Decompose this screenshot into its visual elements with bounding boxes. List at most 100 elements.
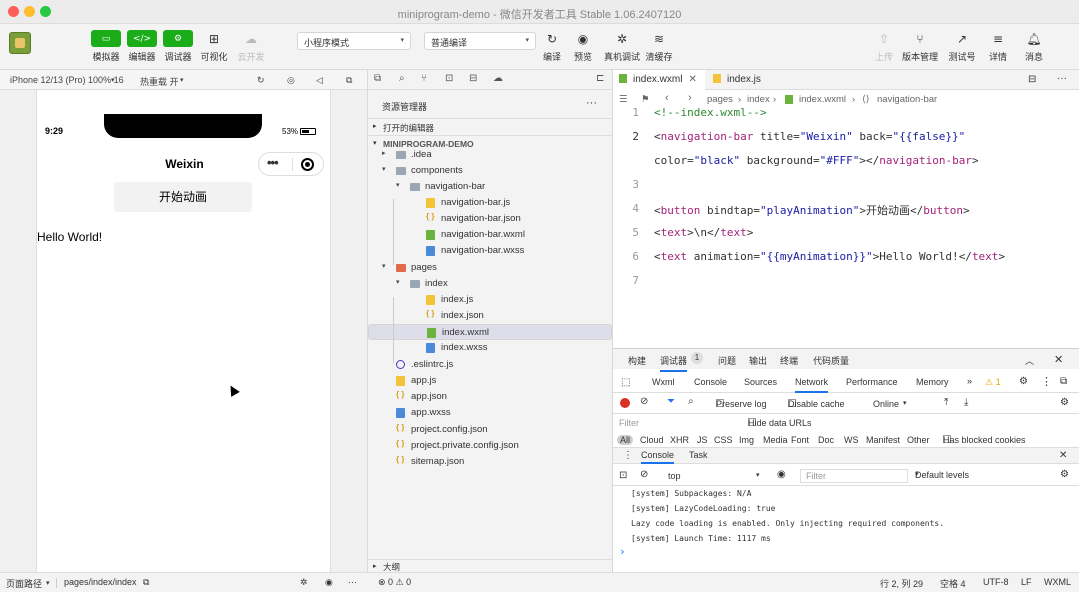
debugger-button[interactable]: ⚙ 调试器 [160,30,196,63]
chevron-down-icon[interactable]: ▾ [396,278,400,286]
upload-button[interactable]: ⇧ 上传 [866,30,902,63]
file-tree-item[interactable]: { } navigation-bar.json [368,211,612,227]
console-filter-input[interactable]: Filter [800,469,908,483]
type-filter-img[interactable]: Img [739,435,754,445]
type-filter-other[interactable]: Other [907,435,930,445]
file-tree-item[interactable]: app.wxss [368,405,612,421]
chevron-right-icon[interactable]: ▸ [382,149,386,157]
device-select[interactable]: iPhone 12/13 (Pro) 100% 16 [10,75,124,85]
tab-index-js[interactable]: index.js [707,70,787,90]
file-tree-item[interactable]: { } project.config.json [368,422,612,438]
network-filter-input[interactable]: Filter [619,418,729,431]
more-icon[interactable]: ⋮ [1041,375,1052,388]
bug-icon[interactable]: ✲ [300,577,308,588]
warning-count[interactable]: ⚠ 1 [985,377,1001,388]
code-line[interactable]: <navigation-bar title="Weixin" back="{{f… [654,130,965,143]
devtools-tab-3[interactable]: 输出 [749,354,767,367]
sidebar-icon[interactable]: ⊡ [619,470,627,481]
clear-icon[interactable]: ⊘ [640,396,648,407]
tab-console[interactable]: Console [694,377,727,387]
type-filter-font[interactable]: Font [791,435,809,445]
type-filter-cloud[interactable]: Cloud [640,435,664,445]
language-mode[interactable]: WXML [1044,577,1071,587]
type-filter-xhr[interactable]: XHR [670,435,689,445]
mode-select[interactable]: 小程序模式 ▾ [297,32,411,50]
panel-left-icon[interactable]: ⊏ [596,73,604,84]
file-tree-item[interactable]: { } sitemap.json [368,454,612,470]
chevron-down-icon[interactable]: ▾ [382,165,386,173]
editor-button[interactable]: </> 编辑器 [124,30,160,63]
page-path-label[interactable]: 页面路径 [6,577,42,590]
drawer-tab-task[interactable]: Task [689,450,708,460]
console-prompt[interactable]: › [619,545,626,558]
search-icon[interactable]: ⌕ [399,73,405,84]
open-editors-section[interactable]: ▸ 打开的编辑器 [368,118,612,134]
refresh-icon[interactable]: ↻ [257,75,265,86]
avatar[interactable] [9,32,31,54]
bookmark-icon[interactable]: ⚑ [641,94,650,105]
file-tree-item[interactable]: ▾ index [368,276,612,292]
devtools-tab-1[interactable]: 调试器 [660,354,688,372]
forward-icon[interactable]: › [688,92,692,104]
file-tree-item[interactable]: index.wxss [368,340,612,356]
tab-sources[interactable]: Sources [744,377,777,387]
tab-performance[interactable]: Performance [846,377,898,387]
indentation[interactable]: 空格 4 [940,577,966,590]
more-icon[interactable]: ⋮ [623,450,633,461]
devtools-tab-4[interactable]: 终端 [780,354,798,367]
gear-icon[interactable]: ⚙ [1060,469,1069,480]
more-icon[interactable]: ··· [348,577,357,587]
outline-section[interactable]: ▸ 大纲 [368,559,612,572]
problems-count[interactable]: ⊗ 0 ⚠ 0 [378,577,411,588]
file-tree-item[interactable]: { } index.json [368,308,612,324]
more-icon[interactable]: ••• [267,155,279,170]
simulator-button[interactable]: ▭ 模拟器 [88,30,124,63]
version-control-button[interactable]: ⑂ 版本管理 [902,30,938,63]
file-tree-item[interactable]: { } project.private.config.json [368,438,612,454]
file-tree-item[interactable]: app.js [368,373,612,389]
upload-icon[interactable]: ⤒ [944,397,948,408]
gear-icon[interactable]: ⚙ [1060,397,1069,408]
files-icon[interactable]: ⧉ [374,73,381,84]
tab-wxml[interactable]: Wxml [652,377,675,387]
file-tree-item[interactable]: index.wxml [368,324,612,340]
type-filter-js[interactable]: JS [697,435,708,445]
dock-icon[interactable]: ⧉ [1060,376,1067,387]
start-animation-button[interactable]: 开始动画 [114,182,252,212]
context-select[interactable]: top ▾ [668,471,770,483]
type-filter-doc[interactable]: Doc [818,435,834,445]
file-tree-item[interactable]: ▾ pages [368,260,612,276]
encoding[interactable]: UTF-8 [983,577,1009,587]
collapse-icon[interactable]: ︿ [1025,354,1034,367]
eye-icon[interactable]: ◉ [777,469,786,480]
split-editor-icon[interactable]: ⊟ [1028,74,1036,85]
file-tree-item[interactable]: .eslintrc.js [368,357,612,373]
debug-icon[interactable]: ⊡ [445,73,453,84]
extensions-icon[interactable]: ⊟ [469,73,477,84]
drawer-tab-console[interactable]: Console [641,450,675,464]
mute-icon[interactable]: ◁ [316,75,323,86]
devtools-tab-0[interactable]: 构建 [628,354,646,367]
more-icon[interactable]: ··· [586,97,597,109]
code-line[interactable]: <text animation="{{myAnimation}}">Hello … [654,250,1005,263]
cloud-dev-button[interactable]: ☁ 云开发 [233,30,269,63]
file-tree-item[interactable]: navigation-bar.js [368,195,612,211]
file-tree-item[interactable]: navigation-bar.wxss [368,243,612,259]
more-icon[interactable]: ··· [1057,73,1067,84]
detach-icon[interactable]: ⧉ [346,75,352,86]
clear-icon[interactable]: ⊘ [640,469,648,480]
compile-select[interactable]: 普通编译 ▾ [424,32,536,50]
type-filter-ws[interactable]: WS [844,435,859,445]
tab-index-wxml[interactable]: index.wxml ✕ [613,70,705,90]
code-line[interactable]: color="black" background="#FFF"></naviga… [654,154,979,167]
clear-cache-button[interactable]: ≋ 清缓存 [641,30,677,63]
chevron-down-icon[interactable]: ▾ [396,181,400,189]
end-of-line[interactable]: LF [1021,577,1032,587]
eye-icon[interactable]: ◉ [325,577,333,588]
type-filter-css[interactable]: CSS [714,435,733,445]
type-filter-media[interactable]: Media [763,435,788,445]
chevron-down-icon[interactable]: ▾ [382,262,386,270]
close-icon[interactable]: ✕ [1059,450,1067,461]
file-tree-item[interactable]: ▾ components [368,163,612,179]
close-icon[interactable]: ✕ [1054,353,1063,366]
